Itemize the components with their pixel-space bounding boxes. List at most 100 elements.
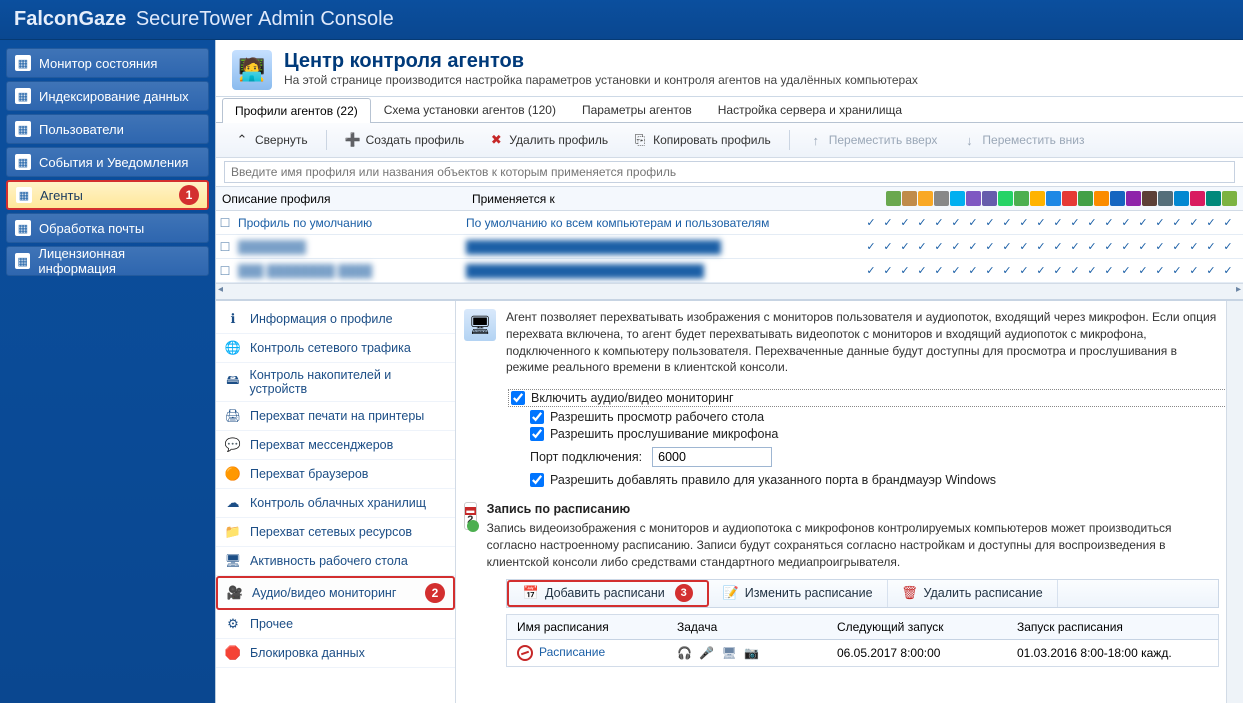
nav-icon: ▦	[15, 220, 31, 236]
sidebar-item-events-notifications[interactable]: ▦События и Уведомления	[6, 147, 209, 177]
feature-icon	[1030, 191, 1045, 206]
horizontal-scrollbar[interactable]	[216, 283, 1243, 299]
category-item[interactable]: 🖥Активность рабочего стола	[216, 547, 455, 576]
move-down-button[interactable]: ↓Переместить вниз	[951, 128, 1094, 152]
feature-icon	[934, 191, 949, 206]
category-item[interactable]: 🖨Перехват печати на принтеры	[216, 402, 455, 431]
st-col-name[interactable]: Имя расписания	[507, 615, 667, 639]
nav-icon: ▦	[15, 55, 31, 71]
arrow-up-icon: ↑	[808, 132, 824, 148]
copy-profile-button[interactable]: ⎘Копировать профиль	[622, 128, 781, 152]
profile-row[interactable]: ☐███ ████████ ██████████████████████████…	[216, 259, 1243, 283]
schedule-row[interactable]: Расписание 🎧 🎤 🖥 📷 06.05.2017 8:00:00 01…	[506, 640, 1219, 667]
feature-icon	[902, 191, 917, 206]
category-item[interactable]: 🎥Аудио/видео мониторинг2	[216, 576, 455, 610]
title-bar: FalconGaze SecureTower Admin Console	[0, 0, 1243, 40]
add-schedule-button[interactable]: 📅 Добавить расписани 3	[507, 580, 709, 607]
add-icon: ➕	[345, 132, 361, 148]
feature-icon	[1014, 191, 1029, 206]
row-checkbox-icon[interactable]: ☐	[216, 216, 234, 230]
st-col-task[interactable]: Задача	[667, 615, 827, 639]
row-checkbox-icon[interactable]: ☐	[216, 264, 234, 278]
page-header: 🧑‍💻 Центр контроля агентов На этой стран…	[216, 40, 1243, 97]
sidebar-item-monitor-status[interactable]: ▦Монитор состояния	[6, 48, 209, 78]
profile-row[interactable]: ☐Профиль по умолчаниюПо умолчанию ко все…	[216, 211, 1243, 235]
category-item[interactable]: 📁Перехват сетевых ресурсов	[216, 518, 455, 547]
category-icon: 🖴	[224, 373, 242, 391]
category-icon: 🎥	[226, 584, 244, 602]
category-item[interactable]: 🌐Контроль сетевого трафика	[216, 334, 455, 363]
create-profile-button[interactable]: ➕Создать профиль	[335, 128, 475, 152]
feature-icon	[1078, 191, 1093, 206]
category-item[interactable]: ℹИнформация о профиле	[216, 305, 455, 334]
nav-icon: ▦	[15, 154, 31, 170]
tab[interactable]: Параметры агентов	[569, 97, 705, 122]
delete-icon: ✖	[488, 132, 504, 148]
col-applies-to[interactable]: Применяется к	[466, 188, 851, 210]
category-item[interactable]: 🟠Перехват браузеров	[216, 460, 455, 489]
port-input[interactable]	[652, 447, 772, 467]
st-col-run[interactable]: Запуск расписания	[1007, 615, 1218, 639]
monitor-camera-icon: 🖥	[464, 309, 496, 341]
tab[interactable]: Схема установки агентов (120)	[371, 97, 569, 122]
schedule-toolbar: 📅 Добавить расписани 3 📝 Изменить распис…	[506, 579, 1219, 608]
category-item[interactable]: 🛑Блокировка данных	[216, 639, 455, 668]
av-description: Агент позволяет перехватывать изображени…	[506, 309, 1219, 376]
sidebar-item-license-info[interactable]: ▦Лицензионная информация	[6, 246, 209, 276]
delete-profile-button[interactable]: ✖Удалить профиль	[478, 128, 618, 152]
firewall-checkbox[interactable]: Разрешить добавлять правило для указанно…	[530, 473, 1243, 487]
edit-schedule-button[interactable]: 📝 Изменить расписание	[709, 580, 888, 607]
calendar-delete-icon: 🗑	[902, 585, 918, 601]
feature-icon	[1222, 191, 1237, 206]
page-title: Центр контроля агентов	[284, 50, 918, 73]
tab[interactable]: Настройка сервера и хранилища	[705, 97, 915, 122]
nav-icon: ▦	[15, 121, 31, 137]
feature-icon	[966, 191, 981, 206]
col-description[interactable]: Описание профиля	[216, 188, 466, 210]
search-row	[216, 158, 1243, 187]
feature-icon	[886, 191, 901, 206]
category-item[interactable]: 💬Перехват мессенджеров	[216, 431, 455, 460]
calendar-add-icon: 📅	[523, 585, 539, 601]
category-item[interactable]: ⚙Прочее	[216, 610, 455, 639]
copy-icon: ⎘	[632, 132, 648, 148]
feature-icon	[918, 191, 933, 206]
category-icon: 📁	[224, 523, 242, 541]
allow-mic-checkbox[interactable]: Разрешить прослушивание микрофона	[530, 427, 1243, 441]
category-icon: 💬	[224, 436, 242, 454]
feature-icon	[1110, 191, 1125, 206]
feature-icon	[1142, 191, 1157, 206]
feature-icon	[1094, 191, 1109, 206]
allow-desktop-checkbox[interactable]: Разрешить просмотр рабочего стола	[530, 410, 1243, 424]
category-icon: ⚙	[224, 615, 242, 633]
enable-av-checkbox[interactable]: Включить аудио/видео мониторинг	[508, 389, 1243, 407]
no-entry-icon	[517, 645, 533, 661]
tab-bar: Профили агентов (22)Схема установки аген…	[216, 97, 1243, 123]
delete-schedule-button[interactable]: 🗑 Удалить расписание	[888, 580, 1058, 607]
category-icon: ℹ	[224, 310, 242, 328]
category-icon: 🛑	[224, 644, 242, 662]
feature-icon	[1046, 191, 1061, 206]
vertical-scrollbar[interactable]	[1226, 301, 1243, 703]
calendar-edit-icon: 📝	[723, 585, 739, 601]
st-col-next[interactable]: Следующий запуск	[827, 615, 1007, 639]
row-checkbox-icon[interactable]: ☐	[216, 240, 234, 254]
port-label: Порт подключения:	[530, 450, 642, 464]
schedule-table: Имя расписания Задача Следующий запуск З…	[506, 614, 1219, 667]
category-icon: 🟠	[224, 465, 242, 483]
sidebar-item-data-indexing[interactable]: ▦Индексирование данных	[6, 81, 209, 111]
sidebar-item-mail-processing[interactable]: ▦Обработка почты	[6, 213, 209, 243]
sidebar-item-agents[interactable]: ▦Агенты1	[6, 180, 209, 210]
move-up-button[interactable]: ↑Переместить вверх	[798, 128, 948, 152]
category-icon: ☁	[224, 494, 242, 512]
category-item[interactable]: ☁Контроль облачных хранилищ	[216, 489, 455, 518]
category-item[interactable]: 🖴Контроль накопителей и устройств	[216, 363, 455, 402]
tab[interactable]: Профили агентов (22)	[222, 98, 371, 123]
category-icon: 🌐	[224, 339, 242, 357]
sidebar-item-users[interactable]: ▦Пользователи	[6, 114, 209, 144]
feature-icon	[950, 191, 965, 206]
profile-search-input[interactable]	[224, 161, 1235, 183]
feature-icon	[1126, 191, 1141, 206]
profile-row[interactable]: ☐██████████████████████████████████████✓…	[216, 235, 1243, 259]
collapse-button[interactable]: ⌃Свернуть	[224, 128, 318, 152]
